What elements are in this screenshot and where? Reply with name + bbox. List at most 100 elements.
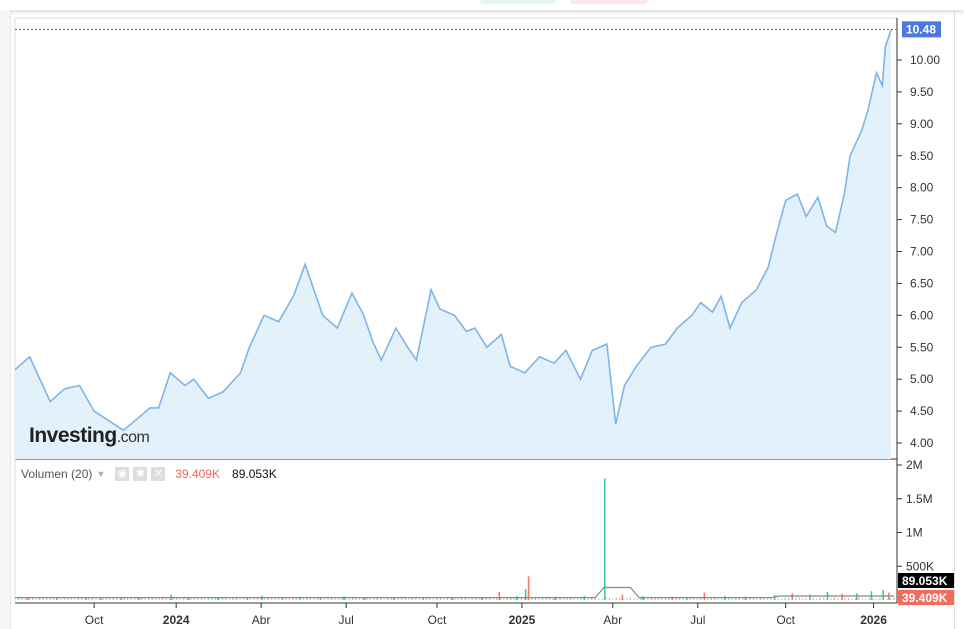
last-price-label: 10.48: [906, 22, 936, 36]
volume-bar: [566, 598, 568, 600]
vol-y-tick-label: 2M: [906, 458, 923, 472]
volume-bar: [278, 598, 280, 600]
chevron-down-icon[interactable]: ▼: [96, 469, 105, 479]
x-tick-label: Oct: [428, 613, 447, 627]
volume-bar: [109, 598, 111, 600]
price-area-fill: [15, 29, 892, 460]
volume-bar: [629, 597, 631, 600]
volume-bar: [397, 598, 399, 600]
volume-bar: [179, 598, 181, 600]
volume-bar: [851, 598, 853, 600]
volume-bar: [847, 597, 849, 600]
volume-value: 39.409K: [175, 467, 221, 481]
y-tick-label: 6.00: [910, 308, 934, 322]
volume-bar: [446, 598, 449, 600]
volume-bar: [668, 598, 670, 600]
volume-bar: [56, 598, 58, 600]
volume-bar: [548, 598, 551, 600]
gear-icon[interactable]: ✱: [133, 467, 148, 481]
volume-bar: [373, 598, 375, 600]
volume-indicator-label[interactable]: Volumen (20): [21, 467, 92, 481]
volume-bar: [603, 478, 606, 600]
volume-bar: [443, 598, 445, 600]
volume-bar: [875, 598, 878, 600]
volume-bar: [812, 598, 814, 600]
volume-bar: [183, 598, 185, 600]
volume-bar: [429, 598, 431, 600]
volume-bar: [854, 598, 857, 600]
volume-bar: [805, 598, 807, 600]
y-tick-label: 5.00: [910, 372, 934, 386]
volume-bar: [468, 598, 470, 600]
x-tick-label: 2026: [860, 613, 887, 627]
volume-bar: [35, 598, 37, 600]
volume-bar: [217, 597, 219, 600]
volume-bar: [464, 598, 466, 600]
volume-bar: [608, 598, 610, 600]
volume-bar: [21, 598, 23, 600]
x-tick-label: Jul: [338, 613, 353, 627]
volume-bar: [795, 597, 797, 600]
volume-bar: [383, 598, 385, 600]
price-volume-chart[interactable]: 10.48 4.00 4.50 5.00 5.50 6.00 6.50 7.00 7.50 8.0…: [0, 0, 964, 629]
volume-bar: [787, 597, 790, 600]
volume-bar: [506, 598, 508, 600]
volume-bar: [707, 598, 709, 600]
volume-bar: [250, 598, 252, 600]
vol-y-tick-label: 1M: [906, 526, 923, 540]
volume-bar: [348, 598, 350, 600]
volume-bar: [562, 598, 565, 600]
volume-bar: [823, 597, 825, 600]
volume-bar: [587, 598, 589, 600]
volume-bar: [777, 598, 779, 600]
volume-bar: [682, 598, 684, 600]
volume-bar: [728, 598, 730, 600]
close-icon[interactable]: ✕: [151, 467, 166, 481]
volume-bar: [756, 598, 758, 600]
volume-bar: [816, 598, 818, 600]
volume-bar: [155, 598, 157, 600]
volume-bar: [601, 598, 603, 600]
volume-bar: [503, 598, 505, 600]
volume-bar: [780, 598, 783, 600]
volume-bar: [833, 597, 835, 600]
volume-bar: [200, 598, 202, 600]
volume-bar: [344, 598, 347, 600]
volume-bar: [710, 598, 712, 600]
eye-icon[interactable]: ◉: [115, 467, 130, 481]
volume-bar: [26, 597, 29, 600]
y-tick-label: 8.00: [910, 181, 934, 195]
volume-bar: [879, 597, 881, 600]
volume-bar: [619, 597, 621, 600]
volume-bar: [819, 597, 821, 600]
volume-bar: [165, 598, 167, 600]
volume-bar: [98, 598, 101, 600]
volume-bar: [204, 598, 206, 600]
y-tick-label: 8.50: [910, 149, 934, 163]
volume-bar: [855, 593, 858, 600]
volume-bar: [225, 598, 227, 600]
volume-bar: [302, 598, 304, 600]
volume-bar: [841, 593, 843, 600]
volume-bar: [239, 598, 241, 600]
volume-bar: [267, 597, 269, 600]
volume-bar: [731, 598, 733, 600]
volume-bar: [264, 598, 266, 600]
volume-bar: [752, 598, 755, 600]
volume-bar: [158, 598, 160, 600]
vol-y-tick-label: 1.5M: [906, 492, 933, 506]
volume-bar: [60, 598, 62, 600]
volume-bar: [612, 598, 614, 600]
volume-bar: [207, 597, 210, 600]
volume-bar: [214, 598, 217, 600]
volume-bar: [478, 598, 480, 600]
volume-bar: [323, 598, 326, 600]
volume-bar: [337, 598, 340, 600]
volume-bar: [770, 598, 772, 600]
y-tick-label: 7.00: [910, 245, 934, 259]
volume-bar: [63, 598, 65, 600]
y-tick-label: 4.00: [910, 436, 934, 450]
y-tick-label: 4.50: [910, 404, 934, 418]
volume-bar: [39, 598, 41, 600]
volume-bar: [742, 598, 744, 600]
